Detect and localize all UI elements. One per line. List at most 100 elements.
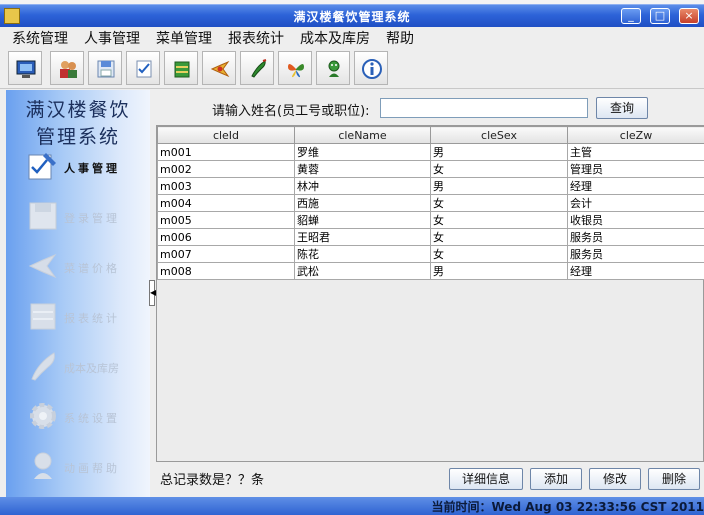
feather-icon xyxy=(31,352,55,381)
table-cell[interactable]: 女 xyxy=(430,211,568,229)
table-row[interactable]: m005 貂蝉 女 收银员 xyxy=(157,211,704,229)
table-cell[interactable]: m007 xyxy=(157,245,295,263)
table-cell[interactable]: 女 xyxy=(430,245,568,263)
toolbar-chili-button[interactable] xyxy=(240,51,274,85)
menu-reports[interactable]: 报表统计 xyxy=(228,28,284,48)
column-header[interactable]: cleSex xyxy=(430,126,568,144)
table-cell[interactable]: 主管 xyxy=(567,143,704,161)
sidebar-item-reports[interactable]: 报表统计 xyxy=(26,299,150,335)
table-cell[interactable]: 会计 xyxy=(567,194,704,212)
toolbar-book-button[interactable] xyxy=(164,51,198,85)
column-header[interactable]: cleZw xyxy=(567,126,704,144)
table-row[interactable]: m002 黄蓉 女 管理员 xyxy=(157,160,704,178)
sidebar-item-label: 动画帮助 xyxy=(64,462,120,475)
toolbar xyxy=(0,48,704,89)
table-row[interactable]: m004 西施 女 会计 xyxy=(157,194,704,212)
menu-menu-management[interactable]: 菜单管理 xyxy=(156,28,212,48)
search-button[interactable]: 查询 xyxy=(596,97,648,119)
column-header[interactable]: cleId xyxy=(157,126,295,144)
butterfly-icon xyxy=(288,63,304,78)
minimize-button[interactable]: _ xyxy=(621,8,641,24)
search-input[interactable] xyxy=(380,98,588,118)
sidebar-item-animation-help[interactable]: 动画帮助 xyxy=(26,449,150,485)
data-table: cleId cleName cleSex cleZw m001 罗维 男 主管 … xyxy=(157,126,704,280)
table-cell[interactable]: m004 xyxy=(157,194,295,212)
column-header[interactable]: cleName xyxy=(294,126,431,144)
table-cell[interactable]: 西施 xyxy=(294,194,431,212)
table-cell[interactable]: 经理 xyxy=(567,262,704,280)
window-title: 满汉楼餐饮管理系统 xyxy=(293,10,411,24)
maximize-button[interactable]: □ xyxy=(650,8,670,24)
split-pane-divider[interactable]: ◀ xyxy=(149,280,156,306)
sidebar-item-settings[interactable]: 系统设置 xyxy=(26,399,150,435)
sidebar-item-menu-price[interactable]: 菜谱价格 xyxy=(26,249,150,285)
toolbar-character-button[interactable] xyxy=(316,51,350,85)
table-row[interactable]: m003 林冲 男 经理 xyxy=(157,177,704,195)
edit-button[interactable]: 修改 xyxy=(589,468,641,490)
table-row[interactable]: m007 陈花 女 服务员 xyxy=(157,245,704,263)
table-row[interactable]: m001 罗维 男 主管 xyxy=(157,143,704,161)
character-icon xyxy=(34,452,52,479)
table-cell[interactable]: 王昭君 xyxy=(294,228,431,246)
table-cell[interactable]: 收银员 xyxy=(567,211,704,229)
sidebar-item-login[interactable]: 登录管理 xyxy=(26,199,150,235)
close-button[interactable]: × xyxy=(679,8,699,24)
shuttlecock-icon xyxy=(28,253,57,279)
sidebar-title-line2: 管理系统 xyxy=(35,126,120,148)
add-button[interactable]: 添加 xyxy=(530,468,582,490)
sidebar-item-cost-warehouse[interactable]: 成本及库房 xyxy=(26,349,150,385)
menu-system[interactable]: 系统管理 xyxy=(12,28,68,48)
table-cell[interactable]: 武松 xyxy=(294,262,431,280)
checklist-icon xyxy=(136,60,152,78)
table-cell[interactable]: 女 xyxy=(430,194,568,212)
toolbar-info-button[interactable] xyxy=(354,51,388,85)
chili-icon xyxy=(251,59,267,78)
table-cell[interactable]: m001 xyxy=(157,143,295,161)
table-cell[interactable]: 林冲 xyxy=(294,177,431,195)
table-cell[interactable]: 貂蝉 xyxy=(294,211,431,229)
table-row[interactable]: m006 王昭君 女 服务员 xyxy=(157,228,704,246)
toolbar-checklist-button[interactable] xyxy=(126,51,160,85)
table-cell[interactable]: 服务员 xyxy=(567,228,704,246)
table-cell[interactable]: 罗维 xyxy=(294,143,431,161)
table-cell[interactable]: 男 xyxy=(430,177,568,195)
toolbar-butterfly-button[interactable] xyxy=(278,51,312,85)
sidebar: 满汉楼餐饮 管理系统 人事管理 登录管理 菜谱价格 报表统计 成本及库房 系统设… xyxy=(6,90,150,498)
delete-button[interactable]: 删除 xyxy=(648,468,700,490)
record-count: 总记录数是？？条 xyxy=(160,473,265,488)
sidebar-title-line1: 满汉楼餐饮 xyxy=(25,99,131,121)
table-cell[interactable]: 男 xyxy=(430,143,568,161)
table-cell[interactable]: m003 xyxy=(157,177,295,195)
toolbar-save-button[interactable] xyxy=(88,51,122,85)
table-row[interactable]: m008 武松 男 经理 xyxy=(157,262,704,280)
sidebar-item-personnel[interactable]: 人事管理 xyxy=(26,149,150,185)
table-cell[interactable]: 服务员 xyxy=(567,245,704,263)
table-cell[interactable]: 女 xyxy=(430,228,568,246)
toolbar-shuttlecock-button[interactable] xyxy=(202,51,236,85)
toolbar-users-button[interactable] xyxy=(50,51,84,85)
table-cell[interactable]: m005 xyxy=(157,211,295,229)
book-icon xyxy=(174,61,190,78)
menu-cost-warehouse[interactable]: 成本及库房 xyxy=(300,28,370,48)
table-cell[interactable]: 女 xyxy=(430,160,568,178)
menu-personnel[interactable]: 人事管理 xyxy=(84,28,140,48)
table-header-row: cleId cleName cleSex cleZw xyxy=(157,126,704,144)
table-cell[interactable]: m008 xyxy=(157,262,295,280)
sidebar-item-label: 成本及库房 xyxy=(64,362,119,375)
details-button[interactable]: 详细信息 xyxy=(449,468,523,490)
shuttlecock-icon xyxy=(210,60,230,78)
toolbar-monitor-button[interactable] xyxy=(8,51,42,85)
table-cell[interactable]: 男 xyxy=(430,262,568,280)
menu-help[interactable]: 帮助 xyxy=(386,28,414,48)
users-icon xyxy=(60,61,77,78)
table-cell[interactable]: 陈花 xyxy=(294,245,431,263)
table-cell[interactable]: 管理员 xyxy=(567,160,704,178)
table-cell[interactable]: m002 xyxy=(157,160,295,178)
table-cell[interactable]: 经理 xyxy=(567,177,704,195)
sidebar-item-label: 报表统计 xyxy=(64,312,120,325)
window-titlebar[interactable]: 满汉楼餐饮管理系统 _ □ × xyxy=(0,4,704,27)
employee-table: cleId cleName cleSex cleZw m001 罗维 男 主管 … xyxy=(156,125,704,462)
menu-bar: 系统管理 人事管理 菜单管理 报表统计 成本及库房 帮助 xyxy=(0,27,704,47)
table-cell[interactable]: 黄蓉 xyxy=(294,160,431,178)
table-cell[interactable]: m006 xyxy=(157,228,295,246)
